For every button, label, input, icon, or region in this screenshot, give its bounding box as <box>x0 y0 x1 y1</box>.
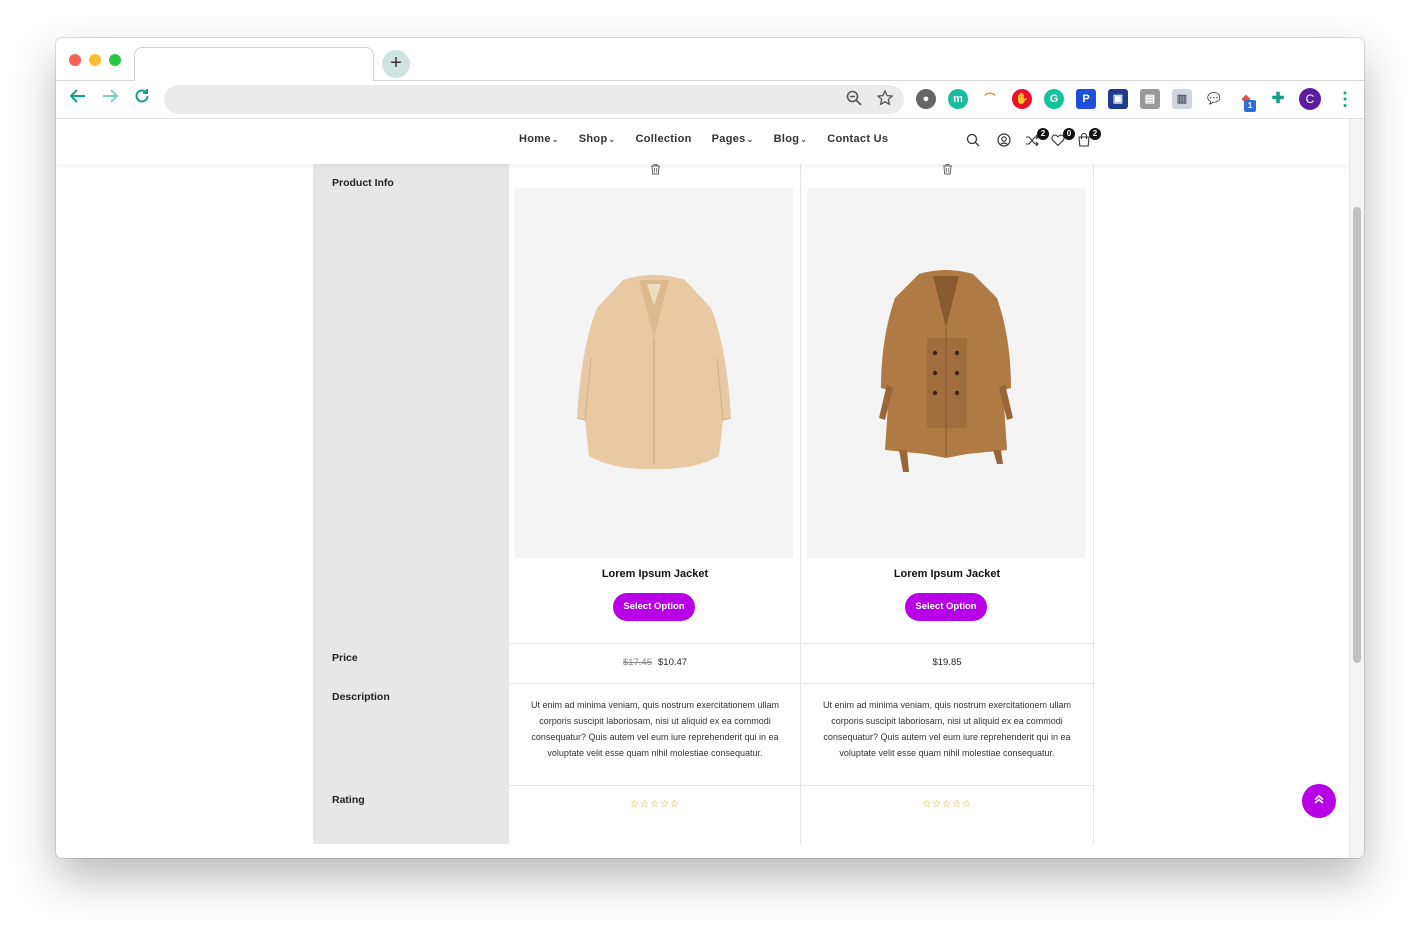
main-nav: Home⌄ Shop⌄ Collection Pages⌄ Blog⌄ Cont… <box>519 133 888 145</box>
current-price: $10.47 <box>658 657 688 668</box>
p-extension-icon[interactable]: P <box>1076 89 1096 109</box>
extension-badge: 1 <box>1244 100 1256 112</box>
nav-item-blog[interactable]: Blog⌄ <box>774 133 808 145</box>
nav-item-shop[interactable]: Shop⌄ <box>579 133 616 145</box>
double-chevron-up-icon <box>1314 794 1324 804</box>
nav-label: Pages <box>711 133 746 145</box>
page-scrollbar[interactable] <box>1349 119 1364 858</box>
row-divider <box>509 683 801 684</box>
row-divider <box>509 643 801 644</box>
nav-label: Shop <box>578 133 608 145</box>
current-price: $19.85 <box>932 657 962 668</box>
rating-stars: ☆☆☆☆☆ <box>922 799 972 810</box>
product-name[interactable]: Lorem Ipsum Jacket <box>801 568 1093 580</box>
arrow-left-icon <box>69 89 85 103</box>
remove-product-icon[interactable] <box>649 163 661 178</box>
row-divider <box>801 683 1093 684</box>
lightbulb-extension-icon[interactable]: ● <box>916 89 936 109</box>
nav-label: Blog <box>773 133 800 145</box>
extensions-puzzle-icon[interactable]: ✚ <box>1268 89 1288 109</box>
scrollbar-thumb[interactable] <box>1353 207 1361 663</box>
reload-icon <box>135 89 149 103</box>
product-description: Ut enim ad minima veniam, quis nostrum e… <box>822 700 1072 758</box>
beige-coat-image <box>576 275 732 470</box>
back-button[interactable] <box>69 87 87 111</box>
search-icon[interactable] <box>966 133 980 150</box>
m-extension-icon[interactable]: m <box>948 89 968 109</box>
web-page: Product Info Price Description Rating Lo… <box>56 119 1349 858</box>
product-image[interactable] <box>807 188 1085 558</box>
compare-count-badge: 2 <box>1037 128 1049 140</box>
wishlist-count-badge: 0 <box>1063 128 1075 140</box>
grammarly-extension-icon[interactable]: G <box>1044 89 1064 109</box>
maximize-window-button[interactable] <box>109 54 121 66</box>
rating-stars: ☆☆☆☆☆ <box>630 799 680 810</box>
description-label: Description <box>332 691 390 703</box>
compare-product-column: Lorem Ipsum Jacket Select Option $17.45 $… <box>508 119 801 844</box>
nav-item-home[interactable]: Home⌄ <box>519 133 559 145</box>
close-window-button[interactable] <box>69 54 81 66</box>
brown-trench-coat-image <box>879 270 1013 472</box>
remove-product-icon[interactable] <box>941 163 953 178</box>
cart-count-badge: 2 <box>1089 128 1101 140</box>
bookmark-star-icon[interactable] <box>876 89 894 111</box>
account-icon[interactable] <box>997 133 1011 150</box>
forward-button[interactable] <box>101 87 119 111</box>
chevron-down-icon: ⌄ <box>746 135 754 144</box>
profile-avatar[interactable]: C <box>1299 88 1321 110</box>
site-header: Home⌄ Shop⌄ Collection Pages⌄ Blog⌄ Cont… <box>56 119 1349 164</box>
product-image[interactable] <box>515 188 793 558</box>
select-option-button[interactable]: Select Option <box>613 593 695 621</box>
tab-strip: + <box>56 38 1364 82</box>
browser-tab[interactable] <box>134 47 374 82</box>
product-price: $19.85 <box>801 657 1093 668</box>
compare-label-column: Product Info Price Description Rating <box>313 119 508 844</box>
select-option-button[interactable]: Select Option <box>905 593 987 621</box>
product-description: Ut enim ad minima veniam, quis nostrum e… <box>530 700 780 758</box>
browser-window: + ● m ⌒ ✋ G P ▣ ▤ ▥ 💬 ◆ 1 ✚ C ⋮ Product … <box>56 38 1364 858</box>
zoom-icon[interactable] <box>846 90 862 111</box>
row-divider <box>801 785 1093 786</box>
row-divider <box>801 643 1093 644</box>
compare-product-column: Lorem Ipsum Jacket Select Option $19.85 … <box>800 119 1094 844</box>
browser-toolbar: ● m ⌒ ✋ G P ▣ ▤ ▥ 💬 ◆ 1 ✚ C ⋮ <box>56 81 1364 119</box>
scroll-to-top-button[interactable] <box>1302 784 1336 818</box>
nav-item-pages[interactable]: Pages⌄ <box>712 133 754 145</box>
photo-extension-icon[interactable]: ▤ <box>1140 89 1160 109</box>
rainbow-extension-icon[interactable]: ⌒ <box>980 89 1000 109</box>
address-bar[interactable] <box>164 85 904 114</box>
minimize-window-button[interactable] <box>89 54 101 66</box>
compare-table: Product Info Price Description Rating Lo… <box>313 119 1094 844</box>
product-info-label: Product Info <box>332 177 394 189</box>
chevron-down-icon: ⌄ <box>551 135 559 144</box>
row-divider <box>509 785 801 786</box>
stop-extension-icon[interactable]: ✋ <box>1012 89 1032 109</box>
book-extension-icon[interactable]: ▣ <box>1108 89 1128 109</box>
product-name[interactable]: Lorem Ipsum Jacket <box>509 568 801 580</box>
nav-label: Collection <box>635 133 692 145</box>
product-price: $17.45 $10.47 <box>509 657 801 668</box>
new-tab-button[interactable]: + <box>382 50 410 78</box>
rating-label: Rating <box>332 794 365 806</box>
nav-label: Contact Us <box>827 133 889 145</box>
arrow-right-icon <box>103 89 119 103</box>
reload-button[interactable] <box>133 87 151 111</box>
nav-label: Home <box>519 133 551 145</box>
old-price: $17.45 <box>622 657 652 668</box>
chat-extension-icon[interactable]: 💬 <box>1204 89 1224 109</box>
chevron-down-icon: ⌄ <box>800 135 808 144</box>
nav-item-collection[interactable]: Collection <box>636 133 692 145</box>
nav-item-contact-us[interactable]: Contact Us <box>827 133 888 145</box>
browser-menu-icon[interactable]: ⋮ <box>1336 89 1354 109</box>
price-label: Price <box>332 652 358 664</box>
reader-extension-icon[interactable]: ▥ <box>1172 89 1192 109</box>
chevron-down-icon: ⌄ <box>608 135 616 144</box>
